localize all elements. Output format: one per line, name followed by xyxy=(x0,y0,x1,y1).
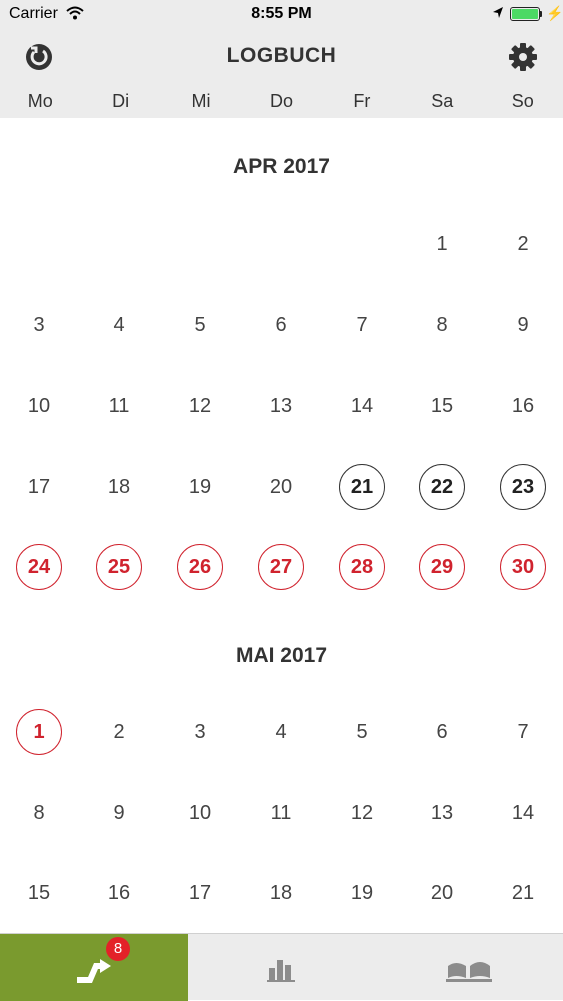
calendar-day[interactable]: 18 xyxy=(258,870,304,916)
bar-chart-icon xyxy=(267,960,295,982)
calendar-day-marked[interactable]: 29 xyxy=(419,544,465,590)
calendar-day[interactable]: 14 xyxy=(500,790,546,836)
calendar-day[interactable]: 11 xyxy=(258,790,304,836)
calendar-day[interactable]: 17 xyxy=(16,464,62,510)
tab-bar: 8 xyxy=(0,933,563,1001)
gear-icon xyxy=(509,43,537,71)
calendar-day-marked[interactable]: 25 xyxy=(96,544,142,590)
calendar-day[interactable]: 6 xyxy=(419,709,465,755)
calendar-day[interactable]: 11 xyxy=(96,383,142,429)
calendar-day[interactable]: 4 xyxy=(96,302,142,348)
status-time: 8:55 PM xyxy=(251,5,312,22)
month-title: APR 2017 xyxy=(233,155,330,178)
page-title: LOGBUCH xyxy=(226,44,337,67)
settings-button[interactable] xyxy=(506,40,540,74)
calendar-day[interactable]: 4 xyxy=(258,709,304,755)
calendar-day[interactable]: 5 xyxy=(177,302,223,348)
calendar-day-marked[interactable]: 21 xyxy=(339,464,385,510)
calendar-day[interactable]: 6 xyxy=(258,302,304,348)
location-arrow-icon xyxy=(492,6,504,25)
calendar-day[interactable]: 15 xyxy=(16,870,62,916)
calendar-day[interactable]: 8 xyxy=(16,790,62,836)
community-icon xyxy=(446,962,492,982)
calendar-day[interactable]: 3 xyxy=(177,709,223,755)
navigation-bar: LOGBUCH xyxy=(0,30,563,84)
calendar-day[interactable]: 16 xyxy=(96,870,142,916)
calendar-day[interactable]: 20 xyxy=(258,464,304,510)
calendar-day[interactable]: 5 xyxy=(339,709,385,755)
calendar-day[interactable]: 12 xyxy=(339,790,385,836)
calendar-day[interactable]: 9 xyxy=(96,790,142,836)
tab-statistics[interactable] xyxy=(188,934,376,1001)
weekday-label: Di xyxy=(112,91,130,111)
calendar-day-marked[interactable]: 23 xyxy=(500,464,546,510)
tab-trips[interactable]: 8 xyxy=(0,934,188,1001)
status-bar: Carrier 8:55 PM ⚡ xyxy=(0,0,563,30)
calendar-day[interactable]: 20 xyxy=(419,870,465,916)
weekday-label: Do xyxy=(269,91,293,111)
weekday-header: Mo Di Mi Do Fr Sa So xyxy=(0,84,563,118)
calendar-day[interactable]: 10 xyxy=(177,790,223,836)
notification-badge: 8 xyxy=(106,937,130,961)
tab-community[interactable] xyxy=(376,934,563,1001)
weekday-label: So xyxy=(511,91,534,111)
calendar-day[interactable]: 14 xyxy=(339,383,385,429)
calendar-day[interactable]: 1 xyxy=(419,221,465,267)
calendar-day[interactable]: 3 xyxy=(16,302,62,348)
calendar-day[interactable]: 18 xyxy=(96,464,142,510)
calendar-day[interactable]: 15 xyxy=(419,383,465,429)
calendar-day[interactable]: 7 xyxy=(339,302,385,348)
weekday-label: Mo xyxy=(27,91,53,111)
calendar-day[interactable]: 10 xyxy=(16,383,62,429)
calendar-day[interactable]: 19 xyxy=(177,464,223,510)
charging-bolt-icon: ⚡ xyxy=(546,5,563,21)
trips-arrow-icon xyxy=(77,959,111,983)
calendar-day-marked[interactable]: 27 xyxy=(258,544,304,590)
calendar-day[interactable]: 8 xyxy=(419,302,465,348)
weekday-label: Sa xyxy=(431,91,454,111)
calendar-day[interactable]: 21 xyxy=(500,870,546,916)
calendar-day[interactable]: 17 xyxy=(177,870,223,916)
battery-icon xyxy=(510,7,540,21)
calendar-day-marked[interactable]: 30 xyxy=(500,544,546,590)
calendar-day-marked[interactable]: 22 xyxy=(419,464,465,510)
calendar-day[interactable]: 2 xyxy=(500,221,546,267)
calendar-day[interactable]: 2 xyxy=(96,709,142,755)
calendar-day[interactable]: 13 xyxy=(258,383,304,429)
battery-tip xyxy=(540,11,542,17)
weekday-label: Fr xyxy=(353,91,371,111)
calendar-day-marked[interactable]: 1 xyxy=(16,709,62,755)
calendar-day[interactable]: 13 xyxy=(419,790,465,836)
calendar-day-marked[interactable]: 24 xyxy=(16,544,62,590)
calendar-day[interactable]: 16 xyxy=(500,383,546,429)
calendar-day-marked[interactable]: 28 xyxy=(339,544,385,590)
calendar-day-marked[interactable]: 26 xyxy=(177,544,223,590)
month-title: MAI 2017 xyxy=(235,644,328,667)
calendar-day[interactable]: 9 xyxy=(500,302,546,348)
calendar-day[interactable]: 19 xyxy=(339,870,385,916)
calendar-day[interactable]: 7 xyxy=(500,709,546,755)
calendar-day[interactable]: 12 xyxy=(177,383,223,429)
weekday-label: Mi xyxy=(191,91,211,111)
